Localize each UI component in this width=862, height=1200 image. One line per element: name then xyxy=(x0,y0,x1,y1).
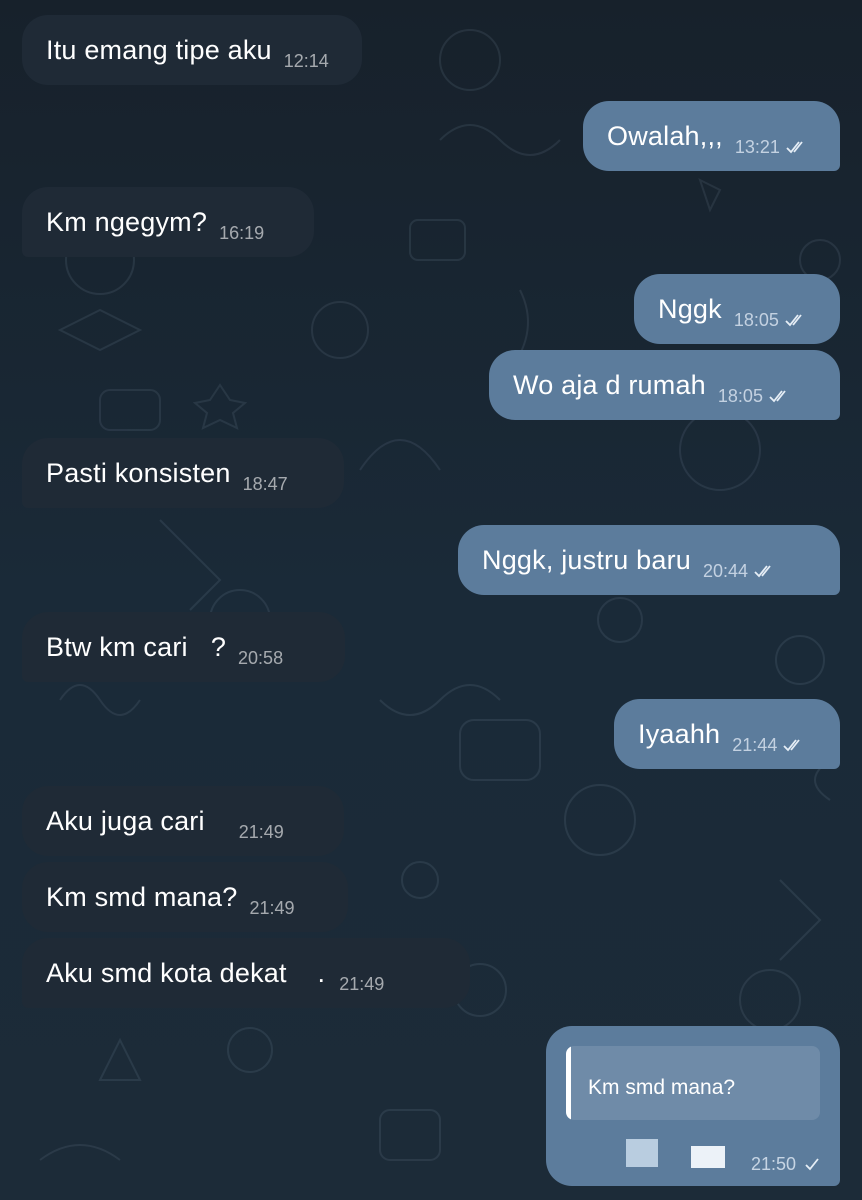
message-text: Nggk, justru baru xyxy=(482,544,691,575)
message-time: 21:44 xyxy=(732,735,805,756)
outgoing-message[interactable]: Nggk 18:05 xyxy=(634,274,840,344)
message-text: Pasti konsisten xyxy=(46,457,231,488)
chat-background xyxy=(39,29,841,1161)
incoming-message[interactable]: Pasti konsisten 18:47 xyxy=(22,438,344,508)
outgoing-message[interactable]: Iyaahh 21:44 xyxy=(614,699,840,769)
quote-bar xyxy=(566,1046,571,1120)
outgoing-message[interactable]: Wo aja d rumah 18:05 xyxy=(489,350,840,420)
message-text: Nggk xyxy=(658,293,722,324)
rectangle-icon xyxy=(691,1146,725,1168)
message-time: 21:49 xyxy=(339,973,385,994)
message-text: Km smd mana? xyxy=(46,881,238,912)
message-text: Km ngegym? xyxy=(46,206,208,237)
message-time: 21:50 xyxy=(751,1154,824,1175)
message-text: Owalah,,, xyxy=(607,120,723,151)
single-check-icon xyxy=(805,1158,819,1171)
incoming-message[interactable]: Km smd mana? 21:49 xyxy=(22,862,348,932)
outgoing-message[interactable]: Nggk, justru baru 20:44 xyxy=(458,525,840,595)
outgoing-message[interactable]: Owalah,,, 13:21 xyxy=(583,101,840,171)
message-time: 21:49 xyxy=(238,821,284,842)
message-time: 18:05 xyxy=(718,386,791,407)
message-text: Aku smd kota dekat . xyxy=(46,957,326,988)
double-check-icon xyxy=(786,140,803,153)
message-time: 16:19 xyxy=(219,222,265,243)
message-time: 20:58 xyxy=(238,647,284,668)
incoming-message[interactable]: Itu emang tipe aku 12:14 xyxy=(22,15,362,85)
message-time: 13:21 xyxy=(735,137,808,158)
book-icon xyxy=(626,1139,658,1167)
incoming-message[interactable]: Km ngegym? 16:19 xyxy=(22,187,314,257)
message-text: Wo aja d rumah xyxy=(513,369,706,400)
incoming-message[interactable]: Btw km cari ? 20:58 xyxy=(22,612,345,682)
message-text: Itu emang tipe aku xyxy=(46,34,272,65)
double-check-icon xyxy=(769,389,786,402)
message-text: Aku juga cari xyxy=(46,805,205,836)
quoted-message[interactable]: Km smd mana? xyxy=(566,1046,820,1120)
double-check-icon xyxy=(754,564,771,577)
message-text: Iyaahh xyxy=(638,718,721,749)
message-time: 20:44 xyxy=(703,561,776,582)
message-time: 18:47 xyxy=(242,473,288,494)
double-check-icon xyxy=(785,313,802,326)
message-text: Btw km cari ? xyxy=(46,631,227,662)
double-check-icon xyxy=(783,738,801,751)
quoted-text: Km smd mana? xyxy=(588,1076,736,1099)
incoming-message[interactable]: Aku smd kota dekat . 21:49 xyxy=(22,938,470,1008)
message-time: 12:14 xyxy=(283,50,329,71)
incoming-message[interactable]: Aku juga cari 21:49 xyxy=(22,786,344,856)
message-time: 18:05 xyxy=(734,310,807,331)
message-time: 21:49 xyxy=(249,897,295,918)
reply-message[interactable]: Km smd mana? 21:50 xyxy=(546,1026,840,1186)
